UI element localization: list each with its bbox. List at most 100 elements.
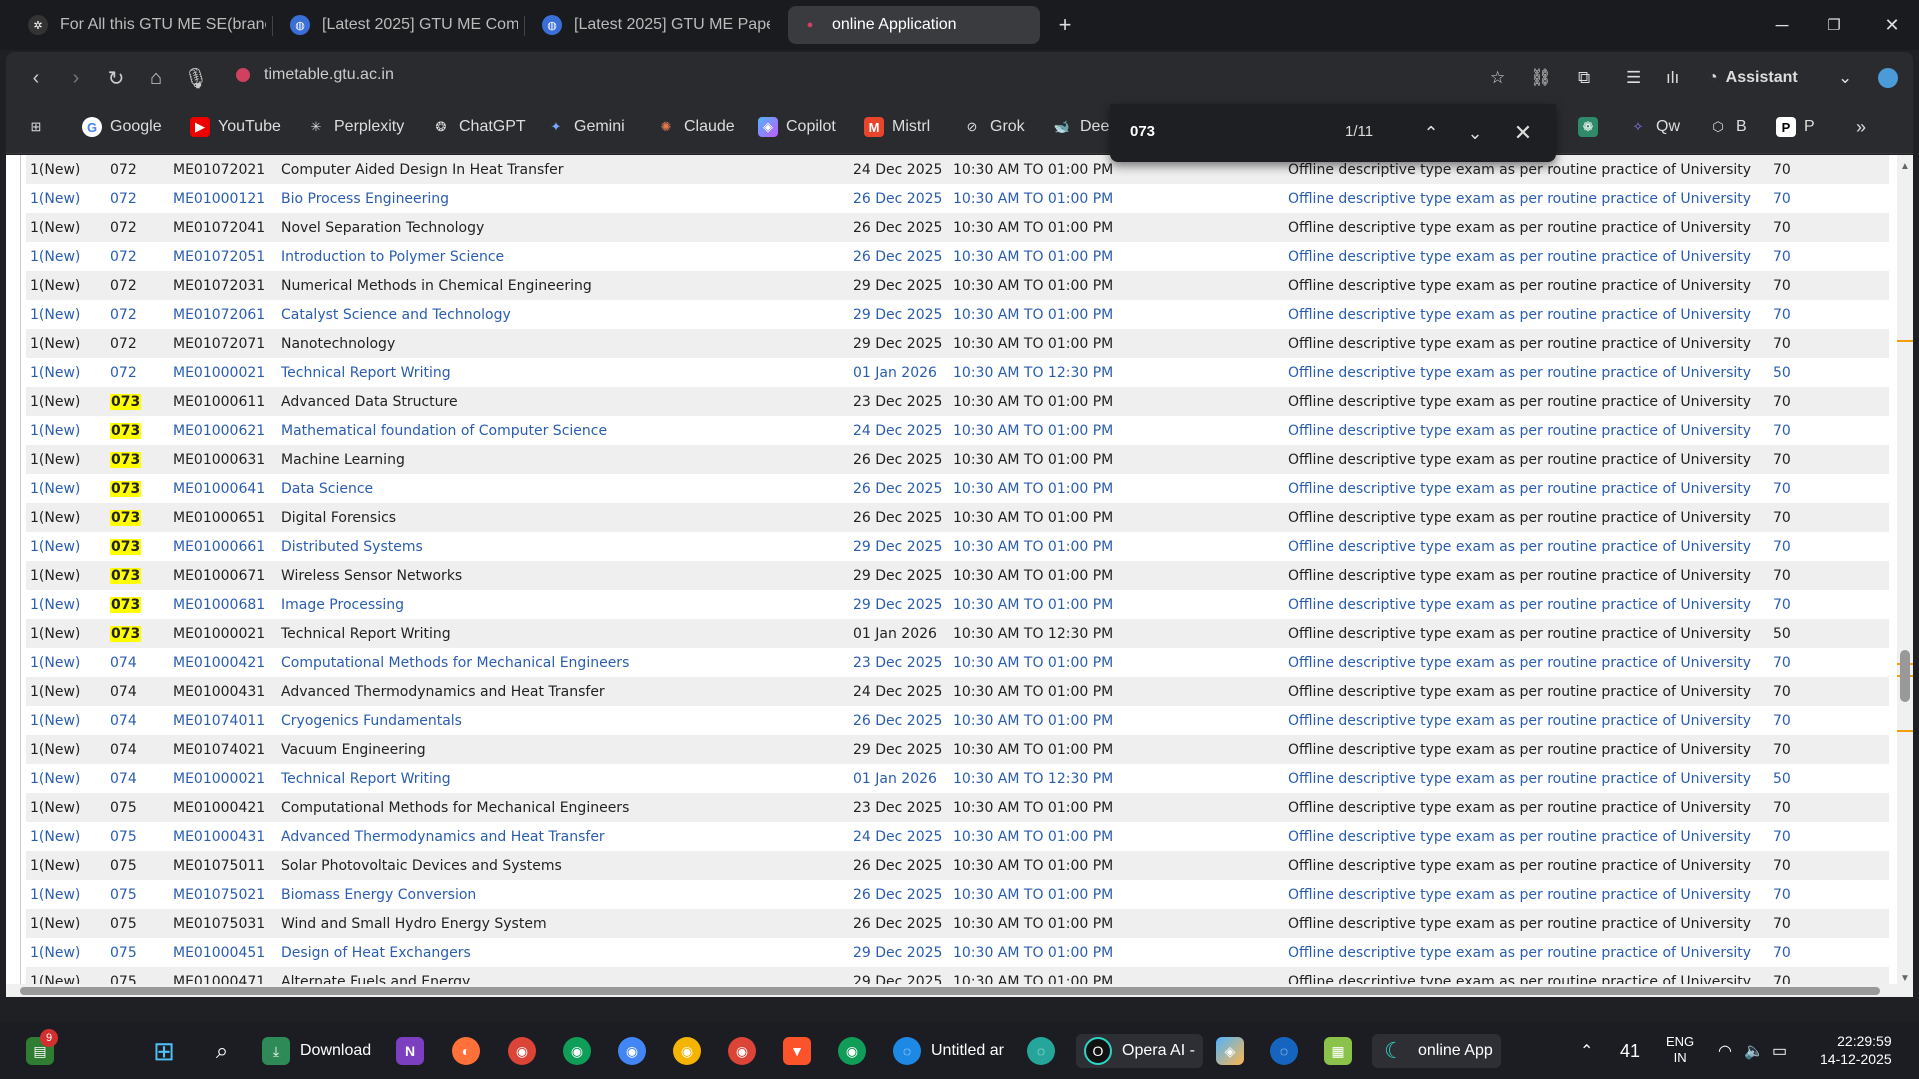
- taskbar-online-app[interactable]: ☾ online App: [1372, 1034, 1501, 1068]
- taskbar-edge-untitled[interactable]: ◌ Untitled ar: [893, 1034, 1004, 1068]
- taskbar-app-widget[interactable]: ▤ 9: [26, 1029, 64, 1068]
- bookmark-openai[interactable]: ❁: [1578, 117, 1606, 137]
- taskbar-brave[interactable]: ▼: [783, 1034, 821, 1068]
- table-row: 1(New) 073 ME01000641 Data Science 26 Dec 20…: [26, 474, 1889, 503]
- taskbar-edge-2[interactable]: ◌: [1027, 1034, 1065, 1068]
- restore-button[interactable]: ❐: [1814, 10, 1854, 40]
- subject-name-cell: Design of Heat Exchangers: [277, 938, 849, 967]
- globe-icon: ◍: [290, 15, 310, 35]
- subject-code-cell: ME01000431: [169, 822, 277, 851]
- taskbar-chrome-1[interactable]: ◉: [508, 1034, 546, 1068]
- exam-date-cell: 24 Dec 2025: [849, 822, 949, 851]
- exam-time-cell: 10:30 AM TO 01:00 PM: [949, 793, 1284, 822]
- taskbar-sheets[interactable]: ▦: [1324, 1034, 1362, 1068]
- taskbar-chrome-3[interactable]: ◉: [618, 1034, 656, 1068]
- bookmark-qwen[interactable]: ✧ Qw: [1628, 117, 1680, 137]
- weather-temperature[interactable]: 41: [1620, 1034, 1640, 1068]
- taskbar-download[interactable]: ⤓ Download: [262, 1034, 371, 1068]
- scroll-down-icon[interactable]: ▼: [1900, 973, 1910, 984]
- exam-date-cell: 26 Dec 2025: [849, 474, 949, 503]
- horizontal-scroll-thumb[interactable]: [20, 987, 1880, 995]
- bookmark-perplexity[interactable]: ✳ Perplexity: [306, 117, 405, 137]
- audio-wave-icon[interactable]: ılı: [1666, 62, 1679, 94]
- subject-name-cell: Introduction to Polymer Science: [277, 242, 849, 271]
- forward-button[interactable]: ›: [60, 62, 92, 94]
- tab-gtu-me-se[interactable]: ✲ For All this GTU ME SE(branch: [16, 6, 266, 44]
- profile-avatar[interactable]: [1878, 62, 1898, 94]
- new-tab-button[interactable]: +: [1045, 10, 1085, 40]
- battery-icon[interactable]: ▭: [1772, 1034, 1787, 1068]
- wifi-icon[interactable]: ◠: [1718, 1034, 1732, 1068]
- menu-lines-icon[interactable]: ☰: [1626, 62, 1641, 94]
- bookmark-google[interactable]: G Google: [82, 117, 162, 137]
- bookmark-b[interactable]: ⬡ B: [1708, 117, 1746, 137]
- branch-code-cell: 073: [106, 561, 169, 590]
- find-next-button[interactable]: ⌄: [1460, 118, 1490, 148]
- bookmark-chatgpt[interactable]: ❂ ChatGPT: [431, 117, 526, 137]
- bookmark-gemini[interactable]: ✦ Gemini: [546, 117, 625, 137]
- subject-name-cell: Distributed Systems: [277, 532, 849, 561]
- bookmark-grok[interactable]: ⊘ Grok: [962, 117, 1025, 137]
- tab-gtu-me-papers[interactable]: ◍ [Latest 2025] GTU ME Papers: [530, 6, 770, 44]
- exam-time-cell: 10:30 AM TO 01:00 PM: [949, 532, 1284, 561]
- bookmark-star-icon[interactable]: ☆: [1490, 62, 1505, 94]
- bookmark-p[interactable]: PP: [1776, 117, 1815, 137]
- minimize-button[interactable]: ─: [1762, 10, 1802, 40]
- bookmark-mistral[interactable]: M Mistrl: [864, 117, 930, 137]
- bookmark-copilot[interactable]: ◈ Copilot: [758, 117, 836, 137]
- find-match-marker: [1897, 730, 1913, 732]
- tab-gtu-me-compu[interactable]: ◍ [Latest 2025] GTU ME Compu: [278, 6, 518, 44]
- exam-mode-cell: Offline descriptive type exam as per rou…: [1284, 445, 1769, 474]
- microphone-icon[interactable]: 🎙: [180, 62, 212, 94]
- system-clock[interactable]: 22:29:59 14-12-2025: [1820, 1032, 1892, 1068]
- taskbar-onenote[interactable]: N: [396, 1034, 434, 1068]
- find-close-button[interactable]: ✕: [1508, 118, 1538, 148]
- taskbar-chrome-4[interactable]: ◉: [673, 1034, 711, 1068]
- vertical-scroll-thumb[interactable]: [1900, 650, 1910, 702]
- volume-icon[interactable]: 🔈: [1744, 1034, 1764, 1068]
- more-bookmarks-icon[interactable]: »: [1856, 117, 1866, 138]
- apps-grid-icon[interactable]: ⊞: [26, 117, 46, 137]
- bookmark-deepseek[interactable]: 🐋 Deep: [1052, 117, 1118, 137]
- taskbar-opera-ai[interactable]: O Opera AI -: [1076, 1034, 1203, 1068]
- taskbar-chrome-2[interactable]: ◉: [563, 1034, 601, 1068]
- taskbar-copilot[interactable]: ◈: [1216, 1034, 1254, 1068]
- horizontal-scrollbar[interactable]: [6, 984, 1897, 997]
- find-input[interactable]: 073: [1130, 123, 1155, 140]
- taskbar-edge-3[interactable]: ◌: [1270, 1034, 1308, 1068]
- reload-icon[interactable]: ↻: [100, 62, 132, 94]
- tab-online-application[interactable]: ● online Application: [788, 6, 1040, 44]
- table-row: 1(New) 072 ME01072031 Numerical Methods in …: [26, 271, 1889, 300]
- exam-date-cell: 23 Dec 2025: [849, 648, 949, 677]
- bookmark-claude[interactable]: ✺ Claude: [656, 117, 735, 137]
- table-row: 1(New) 075 ME01000451 Design of Heat Exchan…: [26, 938, 1889, 967]
- find-previous-button[interactable]: ⌃: [1416, 118, 1446, 148]
- assistant-button[interactable]: ◔ Assistant: [1708, 62, 1798, 94]
- back-button[interactable]: ‹: [20, 62, 52, 94]
- url-field[interactable]: timetable.gtu.ac.in: [236, 66, 394, 84]
- extensions-icon[interactable]: ⧉: [1578, 62, 1590, 94]
- windows-icon: ⊞: [153, 1035, 175, 1066]
- semester-cell: 1(New): [26, 474, 106, 503]
- edge-icon: ◌: [1027, 1037, 1055, 1065]
- close-window-button[interactable]: ✕: [1872, 10, 1912, 40]
- search-button[interactable]: ⌕: [208, 1034, 246, 1068]
- exam-mode-cell: Offline descriptive type exam as per rou…: [1284, 880, 1769, 909]
- chevron-down-icon[interactable]: ⌄: [1838, 62, 1852, 94]
- language-indicator[interactable]: ENG IN: [1666, 1034, 1694, 1068]
- taskbar-firefox[interactable]: ◐: [452, 1034, 490, 1068]
- semester-cell: 1(New): [26, 764, 106, 793]
- exam-mode-cell: Offline descriptive type exam as per rou…: [1284, 909, 1769, 938]
- exam-time-cell: 10:30 AM TO 01:00 PM: [949, 822, 1284, 851]
- start-button[interactable]: ⊞: [150, 1034, 188, 1068]
- taskbar-chrome-6[interactable]: ◉: [838, 1034, 876, 1068]
- home-icon[interactable]: ⌂: [140, 62, 172, 94]
- subject-name-cell: Nanotechnology: [277, 329, 849, 358]
- vertical-scrollbar[interactable]: ▲ ▼: [1897, 155, 1913, 997]
- show-hidden-icons-chevron[interactable]: ⌃: [1580, 1034, 1593, 1068]
- taskbar-chrome-5[interactable]: ◉: [728, 1034, 766, 1068]
- link-icon[interactable]: ⛓: [1530, 62, 1552, 94]
- exam-mode-cell: Offline descriptive type exam as per rou…: [1284, 416, 1769, 445]
- bookmark-youtube[interactable]: ▶ YouTube: [190, 117, 281, 137]
- scroll-up-icon[interactable]: ▲: [1900, 161, 1910, 172]
